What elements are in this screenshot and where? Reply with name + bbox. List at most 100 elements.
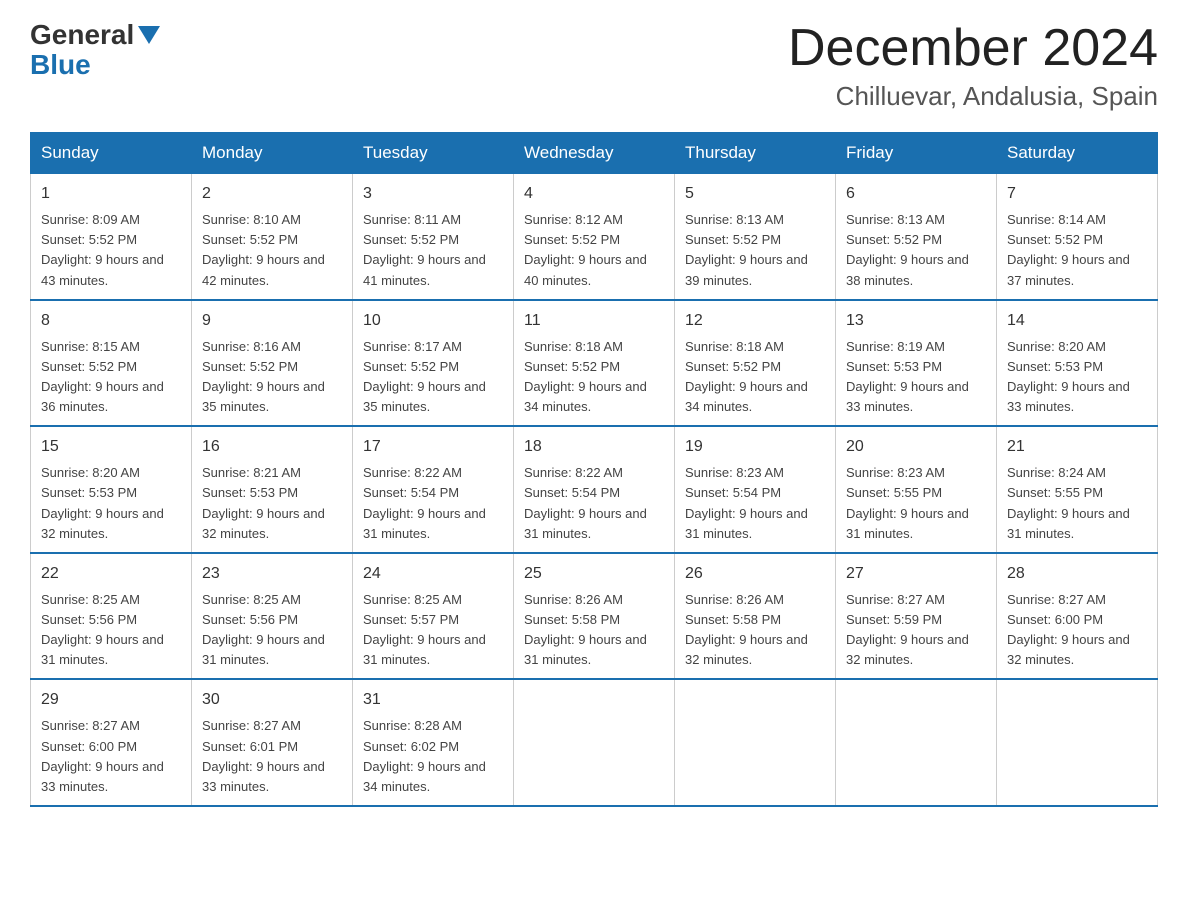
day-cell-19: 19 Sunrise: 8:23 AMSunset: 5:54 PMDayligh… xyxy=(675,426,836,553)
day-cell-10: 10 Sunrise: 8:17 AMSunset: 5:52 PMDayligh… xyxy=(353,300,514,427)
day-cell-28: 28 Sunrise: 8:27 AMSunset: 6:00 PMDayligh… xyxy=(997,553,1158,680)
day-info: Sunrise: 8:25 AMSunset: 5:56 PMDaylight:… xyxy=(202,590,342,671)
day-cell-25: 25 Sunrise: 8:26 AMSunset: 5:58 PMDayligh… xyxy=(514,553,675,680)
day-info: Sunrise: 8:13 AMSunset: 5:52 PMDaylight:… xyxy=(685,210,825,291)
day-number: 26 xyxy=(685,562,825,586)
header-saturday: Saturday xyxy=(997,133,1158,174)
day-number: 11 xyxy=(524,309,664,333)
day-cell-23: 23Sunrise: 8:25 AMSunset: 5:56 PMDayligh… xyxy=(192,553,353,680)
day-cell-8: 8 Sunrise: 8:15 AMSunset: 5:52 PMDaylight… xyxy=(31,300,192,427)
day-cell-31: 31Sunrise: 8:28 AMSunset: 6:02 PMDayligh… xyxy=(353,679,514,806)
day-cell-3: 3Sunrise: 8:11 AMSunset: 5:52 PMDaylight… xyxy=(353,174,514,300)
day-info: Sunrise: 8:27 AMSunset: 6:01 PMDaylight:… xyxy=(202,716,342,797)
week-row-2: 8 Sunrise: 8:15 AMSunset: 5:52 PMDaylight… xyxy=(31,300,1158,427)
day-cell-15: 15Sunrise: 8:20 AMSunset: 5:53 PMDayligh… xyxy=(31,426,192,553)
day-cell-26: 26 Sunrise: 8:26 AMSunset: 5:58 PMDayligh… xyxy=(675,553,836,680)
day-info: Sunrise: 8:09 AMSunset: 5:52 PMDaylight:… xyxy=(41,210,181,291)
day-cell-16: 16Sunrise: 8:21 AMSunset: 5:53 PMDayligh… xyxy=(192,426,353,553)
calendar-table: SundayMondayTuesdayWednesdayThursdayFrid… xyxy=(30,132,1158,807)
day-info: Sunrise: 8:11 AMSunset: 5:52 PMDaylight:… xyxy=(363,210,503,291)
day-cell-4: 4 Sunrise: 8:12 AMSunset: 5:52 PMDaylight… xyxy=(514,174,675,300)
day-info: Sunrise: 8:14 AMSunset: 5:52 PMDaylight:… xyxy=(1007,210,1147,291)
day-cell-29: 29Sunrise: 8:27 AMSunset: 6:00 PMDayligh… xyxy=(31,679,192,806)
header-monday: Monday xyxy=(192,133,353,174)
header-friday: Friday xyxy=(836,133,997,174)
day-cell-20: 20Sunrise: 8:23 AMSunset: 5:55 PMDayligh… xyxy=(836,426,997,553)
day-info: Sunrise: 8:21 AMSunset: 5:53 PMDaylight:… xyxy=(202,463,342,544)
logo: General Blue xyxy=(30,20,160,79)
weekday-header-row: SundayMondayTuesdayWednesdayThursdayFrid… xyxy=(31,133,1158,174)
day-cell-18: 18Sunrise: 8:22 AMSunset: 5:54 PMDayligh… xyxy=(514,426,675,553)
day-info: Sunrise: 8:25 AMSunset: 5:56 PMDaylight:… xyxy=(41,590,181,671)
day-number: 13 xyxy=(846,309,986,333)
day-info: Sunrise: 8:26 AMSunset: 5:58 PMDaylight:… xyxy=(685,590,825,671)
title-area: December 2024 Chilluevar, Andalusia, Spa… xyxy=(788,20,1158,112)
day-number: 27 xyxy=(846,562,986,586)
day-info: Sunrise: 8:13 AMSunset: 5:52 PMDaylight:… xyxy=(846,210,986,291)
day-number: 6 xyxy=(846,182,986,206)
day-number: 17 xyxy=(363,435,503,459)
day-number: 10 xyxy=(363,309,503,333)
day-cell-7: 7 Sunrise: 8:14 AMSunset: 5:52 PMDaylight… xyxy=(997,174,1158,300)
week-row-5: 29Sunrise: 8:27 AMSunset: 6:00 PMDayligh… xyxy=(31,679,1158,806)
day-info: Sunrise: 8:12 AMSunset: 5:52 PMDaylight:… xyxy=(524,210,664,291)
day-info: Sunrise: 8:27 AMSunset: 5:59 PMDaylight:… xyxy=(846,590,986,671)
day-cell-12: 12Sunrise: 8:18 AMSunset: 5:52 PMDayligh… xyxy=(675,300,836,427)
day-number: 30 xyxy=(202,688,342,712)
logo-text-blue: Blue xyxy=(30,51,160,79)
day-info: Sunrise: 8:16 AMSunset: 5:52 PMDaylight:… xyxy=(202,337,342,418)
day-cell-5: 5 Sunrise: 8:13 AMSunset: 5:52 PMDaylight… xyxy=(675,174,836,300)
day-number: 8 xyxy=(41,309,181,333)
day-number: 28 xyxy=(1007,562,1147,586)
day-info: Sunrise: 8:22 AMSunset: 5:54 PMDaylight:… xyxy=(363,463,503,544)
logo-triangle-icon xyxy=(138,26,160,44)
day-cell-2: 2 Sunrise: 8:10 AMSunset: 5:52 PMDaylight… xyxy=(192,174,353,300)
day-number: 7 xyxy=(1007,182,1147,206)
day-info: Sunrise: 8:26 AMSunset: 5:58 PMDaylight:… xyxy=(524,590,664,671)
day-cell-empty xyxy=(514,679,675,806)
day-number: 19 xyxy=(685,435,825,459)
month-title: December 2024 xyxy=(788,20,1158,77)
week-row-4: 22 Sunrise: 8:25 AMSunset: 5:56 PMDayligh… xyxy=(31,553,1158,680)
day-info: Sunrise: 8:19 AMSunset: 5:53 PMDaylight:… xyxy=(846,337,986,418)
week-row-3: 15Sunrise: 8:20 AMSunset: 5:53 PMDayligh… xyxy=(31,426,1158,553)
day-info: Sunrise: 8:23 AMSunset: 5:55 PMDaylight:… xyxy=(846,463,986,544)
day-number: 21 xyxy=(1007,435,1147,459)
day-cell-22: 22 Sunrise: 8:25 AMSunset: 5:56 PMDayligh… xyxy=(31,553,192,680)
day-cell-9: 9 Sunrise: 8:16 AMSunset: 5:52 PMDaylight… xyxy=(192,300,353,427)
day-number: 5 xyxy=(685,182,825,206)
day-info: Sunrise: 8:25 AMSunset: 5:57 PMDaylight:… xyxy=(363,590,503,671)
header-tuesday: Tuesday xyxy=(353,133,514,174)
day-info: Sunrise: 8:17 AMSunset: 5:52 PMDaylight:… xyxy=(363,337,503,418)
header-wednesday: Wednesday xyxy=(514,133,675,174)
day-info: Sunrise: 8:27 AMSunset: 6:00 PMDaylight:… xyxy=(1007,590,1147,671)
page-header: General Blue December 2024 Chilluevar, A… xyxy=(30,20,1158,112)
day-number: 18 xyxy=(524,435,664,459)
day-info: Sunrise: 8:27 AMSunset: 6:00 PMDaylight:… xyxy=(41,716,181,797)
day-cell-21: 21Sunrise: 8:24 AMSunset: 5:55 PMDayligh… xyxy=(997,426,1158,553)
day-info: Sunrise: 8:18 AMSunset: 5:52 PMDaylight:… xyxy=(685,337,825,418)
header-thursday: Thursday xyxy=(675,133,836,174)
week-row-1: 1Sunrise: 8:09 AMSunset: 5:52 PMDaylight… xyxy=(31,174,1158,300)
day-number: 2 xyxy=(202,182,342,206)
day-info: Sunrise: 8:23 AMSunset: 5:54 PMDaylight:… xyxy=(685,463,825,544)
logo-text-general: General xyxy=(30,21,134,49)
day-cell-27: 27 Sunrise: 8:27 AMSunset: 5:59 PMDayligh… xyxy=(836,553,997,680)
day-cell-24: 24 Sunrise: 8:25 AMSunset: 5:57 PMDayligh… xyxy=(353,553,514,680)
day-number: 9 xyxy=(202,309,342,333)
day-cell-17: 17 Sunrise: 8:22 AMSunset: 5:54 PMDayligh… xyxy=(353,426,514,553)
day-number: 22 xyxy=(41,562,181,586)
day-number: 4 xyxy=(524,182,664,206)
day-cell-11: 11Sunrise: 8:18 AMSunset: 5:52 PMDayligh… xyxy=(514,300,675,427)
header-sunday: Sunday xyxy=(31,133,192,174)
day-cell-6: 6 Sunrise: 8:13 AMSunset: 5:52 PMDaylight… xyxy=(836,174,997,300)
day-number: 24 xyxy=(363,562,503,586)
day-cell-14: 14 Sunrise: 8:20 AMSunset: 5:53 PMDayligh… xyxy=(997,300,1158,427)
day-number: 25 xyxy=(524,562,664,586)
day-number: 14 xyxy=(1007,309,1147,333)
day-info: Sunrise: 8:10 AMSunset: 5:52 PMDaylight:… xyxy=(202,210,342,291)
day-info: Sunrise: 8:20 AMSunset: 5:53 PMDaylight:… xyxy=(1007,337,1147,418)
day-cell-1: 1Sunrise: 8:09 AMSunset: 5:52 PMDaylight… xyxy=(31,174,192,300)
day-info: Sunrise: 8:15 AMSunset: 5:52 PMDaylight:… xyxy=(41,337,181,418)
day-cell-13: 13 Sunrise: 8:19 AMSunset: 5:53 PMDayligh… xyxy=(836,300,997,427)
